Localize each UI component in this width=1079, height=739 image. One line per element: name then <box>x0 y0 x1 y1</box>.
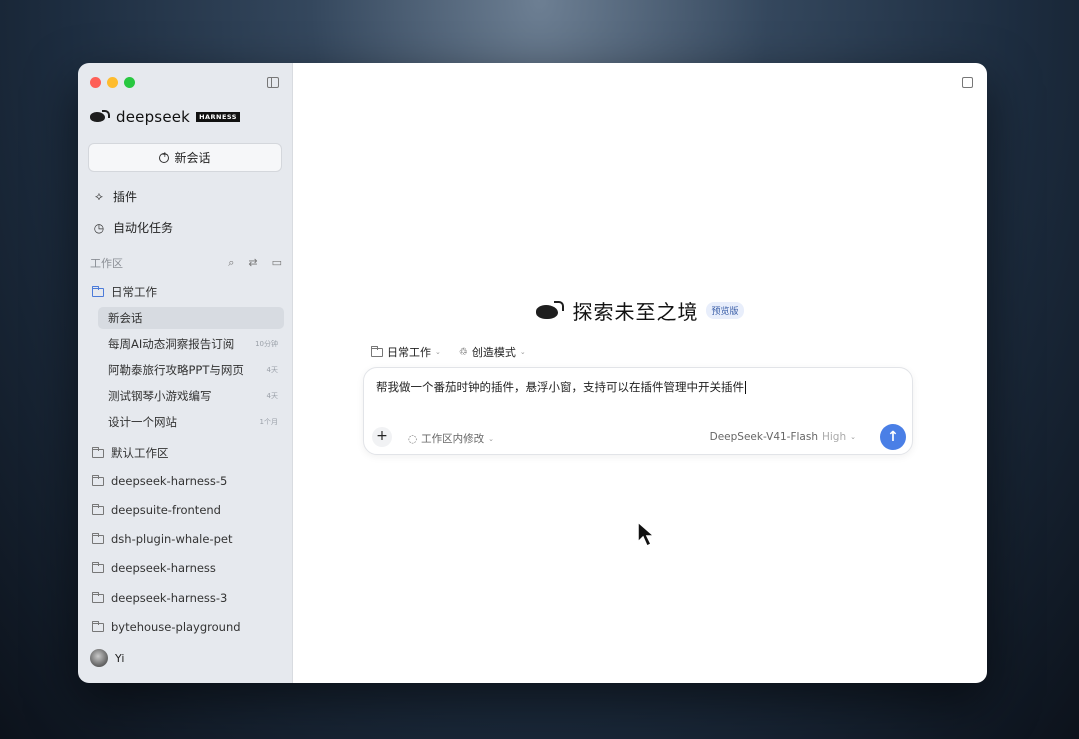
whale-logo-icon <box>90 110 110 124</box>
workspace-name: deepseek-harness-5 <box>111 474 228 488</box>
text-cursor <box>745 381 746 394</box>
main-panel: 探索未至之境 预览版 日常工作 ⌄ ♲ 创造模式 ⌄ 帮我做一个番茄时钟的插件，… <box>293 63 987 683</box>
folder-icon <box>92 446 104 458</box>
workspace-name: 日常工作 <box>111 285 157 299</box>
workspace-section-header: 工作区 ⌕ ⇄ ▭ <box>90 255 282 271</box>
panel-toggle-icon[interactable] <box>962 77 973 88</box>
chevron-down-icon: ⌄ <box>488 434 495 443</box>
workspace-item[interactable]: deepseek-harness-3 <box>92 591 227 605</box>
close-window-button[interactable] <box>90 77 101 88</box>
nav-item-plugins[interactable]: ⟡ 插件 <box>92 188 137 205</box>
mode-selector-label: 创造模式 <box>471 346 516 359</box>
chat-time: 1个月 <box>259 418 278 426</box>
chat-time: 4天 <box>266 366 278 374</box>
chat-item[interactable]: 新会话 <box>98 307 284 329</box>
prompt-input-text: 帮我做一个番茄时钟的插件，悬浮小窗，支持可以在插件管理中开关插件 <box>376 380 744 394</box>
brand-name: deepseek <box>116 108 191 126</box>
hero-heading: 探索未至之境 预览版 <box>293 296 987 325</box>
chat-title: 测试钢琴小游戏编写 <box>108 389 212 403</box>
clock-icon: ◷ <box>93 220 105 235</box>
chat-time: 4天 <box>266 392 278 400</box>
chat-title: 设计一个网站 <box>108 415 177 429</box>
folder-icon <box>92 532 104 544</box>
scope-selector-label: 工作区内修改 <box>421 433 485 445</box>
chat-item[interactable]: 每周AI动态洞察报告订阅 10分钟 <box>98 333 284 355</box>
workspace-name: bytehouse-playground <box>111 620 241 634</box>
add-attachment-button[interactable]: + <box>372 427 392 447</box>
avatar <box>90 649 108 667</box>
whale-logo-icon <box>536 300 565 321</box>
brand-logo: deepseek HARNESS <box>90 108 240 126</box>
context-bar: 日常工作 ⌄ ♲ 创造模式 ⌄ <box>371 344 526 360</box>
scope-icon: ◌ <box>408 432 418 445</box>
app-window: deepseek HARNESS 新会话 ⟡ 插件 ◷ 自动化任务 工作区 ⌕ … <box>78 63 987 683</box>
folder-icon <box>92 503 104 515</box>
puzzle-icon: ⟡ <box>95 189 103 203</box>
new-chat-icon <box>159 150 170 163</box>
search-icon[interactable]: ⌕ <box>228 256 234 270</box>
folder-icon <box>92 620 104 632</box>
send-button[interactable]: ↑ <box>880 424 906 450</box>
workspace-name: dsh-plugin-whale-pet <box>111 532 233 546</box>
sidebar-toggle-icon[interactable] <box>267 77 279 88</box>
zoom-window-button[interactable] <box>124 77 135 88</box>
folder-icon <box>92 285 104 297</box>
message-composer: 帮我做一个番茄时钟的插件，悬浮小窗，支持可以在插件管理中开关插件 + ◌ 工作区… <box>363 367 913 455</box>
workspace-item[interactable]: deepsuite-frontend <box>92 503 221 517</box>
workspace-item[interactable]: bytehouse-playground <box>92 620 241 634</box>
chat-title: 每周AI动态洞察报告订阅 <box>108 337 235 351</box>
model-selector[interactable]: DeepSeek-V41-Flash High ⌄ <box>710 431 856 443</box>
chevron-down-icon: ⌄ <box>519 348 526 356</box>
workspace-item[interactable]: deepseek-harness-5 <box>92 474 227 488</box>
workspace-name: deepseek-harness <box>111 561 216 575</box>
model-name: DeepSeek-V41-Flash <box>709 431 818 443</box>
window-controls <box>90 77 135 88</box>
chat-item[interactable]: 阿勒泰旅行攻略PPT与网页 4天 <box>98 359 284 381</box>
model-level: High <box>821 431 847 443</box>
nav-item-automation[interactable]: ◷ 自动化任务 <box>92 219 173 236</box>
chevron-down-icon: ⌄ <box>435 348 441 356</box>
folder-icon <box>92 561 104 573</box>
chat-title: 阿勒泰旅行攻略PPT与网页 <box>108 363 244 377</box>
new-chat-button[interactable]: 新会话 <box>88 143 282 172</box>
sort-icon[interactable]: ⇄ <box>248 256 257 270</box>
chevron-down-icon: ⌄ <box>850 433 856 441</box>
nav-item-label: 插件 <box>113 190 138 204</box>
sidebar: deepseek HARNESS 新会话 ⟡ 插件 ◷ 自动化任务 工作区 ⌕ … <box>78 63 293 683</box>
minimize-window-button[interactable] <box>107 77 118 88</box>
mouse-pointer-icon <box>637 520 656 548</box>
chat-item[interactable]: 设计一个网站 1个月 <box>98 411 284 433</box>
workspace-heading: 工作区 <box>90 257 123 270</box>
workspace-selector[interactable]: 日常工作 ⌄ <box>371 344 441 360</box>
folder-icon <box>371 345 383 357</box>
folder-icon <box>92 474 104 486</box>
workspace-item[interactable]: 默认工作区 <box>92 445 169 461</box>
recycle-icon: ♲ <box>458 346 468 358</box>
mode-selector[interactable]: ♲ 创造模式 ⌄ <box>459 344 526 360</box>
new-chat-label: 新会话 <box>174 151 211 165</box>
workspace-item[interactable]: dsh-plugin-whale-pet <box>92 532 233 546</box>
user-name: Yi <box>115 651 125 665</box>
scope-selector[interactable]: ◌ 工作区内修改 ⌄ <box>408 431 494 446</box>
chat-time: 10分钟 <box>255 340 278 348</box>
workspace-name: deepsuite-frontend <box>111 503 221 517</box>
arrow-up-icon: ↑ <box>887 429 899 445</box>
workspace-name: 默认工作区 <box>111 446 169 460</box>
chat-title: 新会话 <box>108 311 143 325</box>
workspace-item-daily[interactable]: 日常工作 <box>92 284 157 300</box>
prompt-input[interactable]: 帮我做一个番茄时钟的插件，悬浮小窗，支持可以在插件管理中开关插件 <box>376 379 746 395</box>
nav-item-label: 自动化任务 <box>113 221 174 235</box>
preview-badge: 预览版 <box>706 302 744 319</box>
workspace-item[interactable]: deepseek-harness <box>92 561 216 575</box>
brand-badge: HARNESS <box>196 112 240 122</box>
hero-title: 探索未至之境 <box>572 300 699 324</box>
user-profile[interactable]: Yi <box>90 649 124 667</box>
workspace-selector-label: 日常工作 <box>387 346 431 359</box>
folder-icon <box>92 591 104 603</box>
chat-item[interactable]: 测试钢琴小游戏编写 4天 <box>98 385 284 407</box>
workspace-name: deepseek-harness-3 <box>111 591 228 605</box>
new-folder-icon[interactable]: ▭ <box>272 256 282 270</box>
